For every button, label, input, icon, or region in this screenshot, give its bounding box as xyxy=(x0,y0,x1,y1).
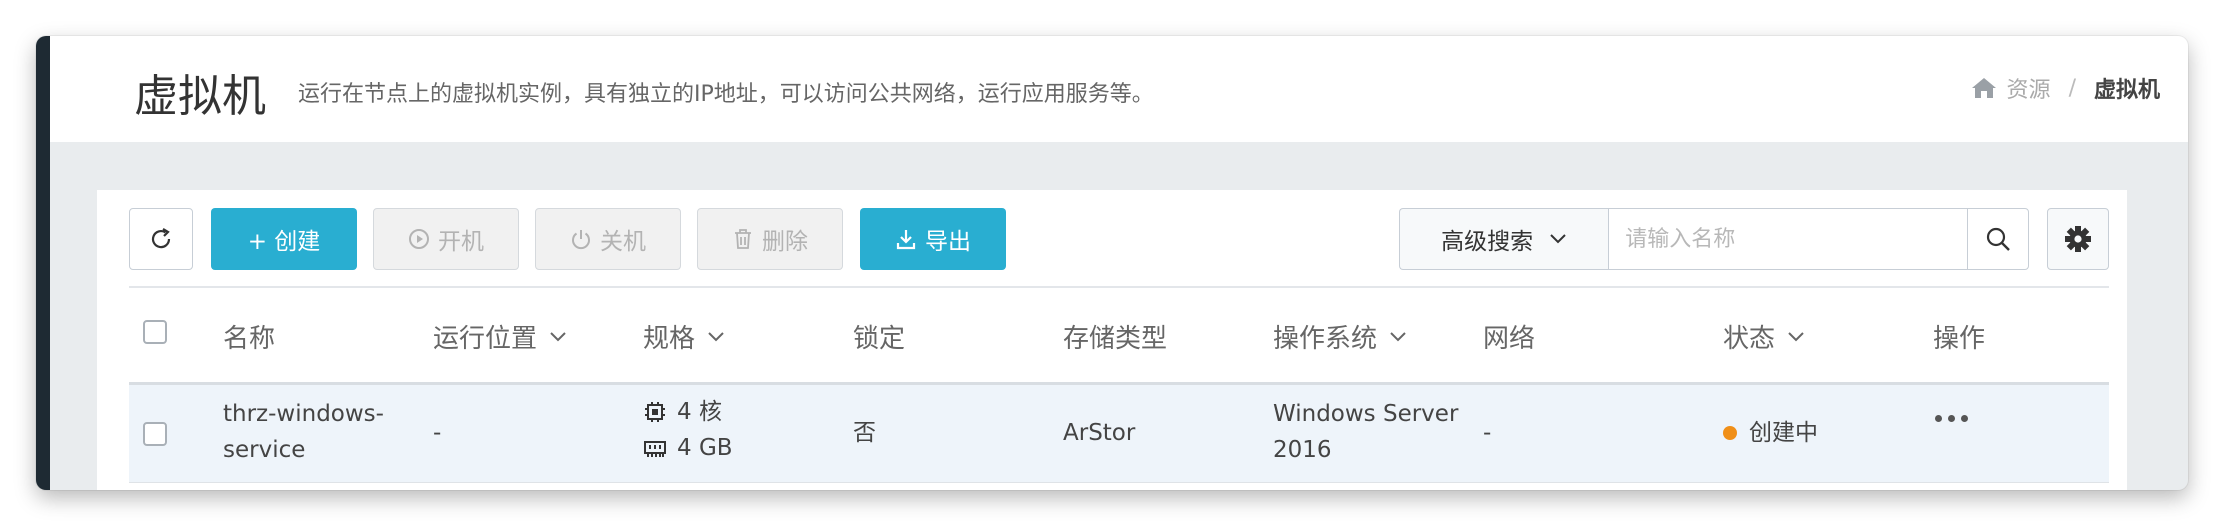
vm-memory: 4 GB xyxy=(643,430,733,466)
power-icon xyxy=(572,230,590,250)
search-icon xyxy=(1986,227,2010,251)
breadcrumb-current: 虚拟机 xyxy=(2093,78,2160,103)
create-button[interactable]: + 创建 xyxy=(211,208,357,270)
column-header-os-label: 操作系统 xyxy=(1273,324,1378,354)
vm-name-line1: thrz-windows- xyxy=(223,401,384,427)
row-divider xyxy=(129,482,2109,483)
more-dot xyxy=(1935,415,1942,422)
chevron-down-icon xyxy=(550,331,566,341)
page-header: 虚拟机 运行在节点上的虚拟机实例，具有独立的IP地址，可以访问公共网络，运行应用… xyxy=(50,36,2188,142)
column-header-actions: 操作 xyxy=(1933,324,1986,354)
column-header-status[interactable]: 状态 xyxy=(1723,318,1805,355)
column-header-os[interactable]: 操作系统 xyxy=(1273,318,1407,355)
table-top-divider xyxy=(129,286,2109,288)
left-sidebar-edge xyxy=(36,36,50,490)
vm-cpu-value: 4 核 xyxy=(677,399,722,425)
status-dot xyxy=(1723,426,1737,440)
search-bar: 高级搜索 xyxy=(1399,208,2029,270)
app-window: 虚拟机 运行在节点上的虚拟机实例，具有独立的IP地址，可以访问公共网络，运行应用… xyxy=(36,36,2188,490)
play-circle-icon xyxy=(409,229,429,249)
memory-icon xyxy=(644,441,666,457)
vm-os-line1: Windows Server xyxy=(1273,401,1459,427)
gear-icon xyxy=(2065,226,2091,252)
home-icon[interactable] xyxy=(1971,76,1997,100)
vm-location: - xyxy=(433,420,442,446)
search-button[interactable] xyxy=(1967,208,2029,270)
column-header-locked: 锁定 xyxy=(853,324,906,354)
advanced-search-label: 高级搜索 xyxy=(1441,229,1534,255)
column-header-location-label: 运行位置 xyxy=(433,324,538,354)
export-button[interactable]: 导出 xyxy=(860,208,1006,270)
column-header-status-label: 状态 xyxy=(1723,324,1776,354)
breadcrumb-resources[interactable]: 资源 xyxy=(2007,72,2051,104)
refresh-icon xyxy=(151,228,171,249)
settings-button[interactable] xyxy=(2047,208,2109,270)
column-header-location[interactable]: 运行位置 xyxy=(433,318,567,355)
start-label: 开机 xyxy=(438,229,484,255)
delete-button[interactable]: 删除 xyxy=(697,208,843,270)
chevron-down-icon xyxy=(1550,234,1566,244)
export-label: 导出 xyxy=(925,229,971,255)
select-all-checkbox[interactable] xyxy=(143,320,167,344)
download-icon xyxy=(896,230,916,250)
vm-os: Windows Server 2016 xyxy=(1273,396,1458,468)
column-header-name: 名称 xyxy=(223,324,276,354)
start-button[interactable]: 开机 xyxy=(373,208,519,270)
vm-os-line2: 2016 xyxy=(1273,437,1332,463)
vm-storage: ArStor xyxy=(1063,420,1136,446)
trash-icon xyxy=(735,229,751,249)
advanced-search-dropdown[interactable]: 高级搜索 xyxy=(1399,208,1609,270)
more-actions-button[interactable] xyxy=(1935,415,1968,422)
column-header-storage: 存储类型 xyxy=(1063,324,1168,354)
search-input[interactable] xyxy=(1608,208,1968,270)
stop-label: 关机 xyxy=(600,229,646,255)
column-header-network: 网络 xyxy=(1483,324,1536,354)
page-subtitle: 运行在节点上的虚拟机实例，具有独立的IP地址，可以访问公共网络，运行应用服务等。 xyxy=(298,82,1154,107)
more-dot xyxy=(1948,415,1955,422)
refresh-button[interactable] xyxy=(129,208,193,270)
status-badge: 创建中 xyxy=(1749,420,1818,446)
vm-locked: 否 xyxy=(853,420,876,446)
row-checkbox[interactable] xyxy=(143,422,167,446)
stop-button[interactable]: 关机 xyxy=(535,208,681,270)
vm-spec: 4 核 4 GB xyxy=(643,394,733,466)
page-title: 虚拟机 xyxy=(134,71,266,122)
cpu-icon xyxy=(645,402,665,422)
chevron-down-icon xyxy=(1390,331,1406,341)
vm-network: - xyxy=(1483,420,1492,446)
chevron-down-icon xyxy=(708,331,724,341)
vm-cpu: 4 核 xyxy=(643,394,733,430)
more-dot xyxy=(1961,415,1968,422)
vm-name-line2: service xyxy=(223,437,306,463)
vm-name[interactable]: thrz-windows- service xyxy=(223,396,384,468)
breadcrumb-separator: / xyxy=(2068,75,2076,101)
delete-label: 删除 xyxy=(762,229,808,255)
breadcrumb: 资源 / 虚拟机 xyxy=(1971,72,2160,104)
column-header-spec-label: 规格 xyxy=(643,324,696,354)
column-header-spec[interactable]: 规格 xyxy=(643,318,725,355)
vm-memory-value: 4 GB xyxy=(677,435,733,461)
vm-status: 创建中 xyxy=(1723,415,1818,451)
chevron-down-icon xyxy=(1788,331,1804,341)
vm-list-panel: + 创建 开机 关机 删除 导出 高级搜索 请输入名称 名称 运行位置 规格 锁… xyxy=(97,190,2127,490)
